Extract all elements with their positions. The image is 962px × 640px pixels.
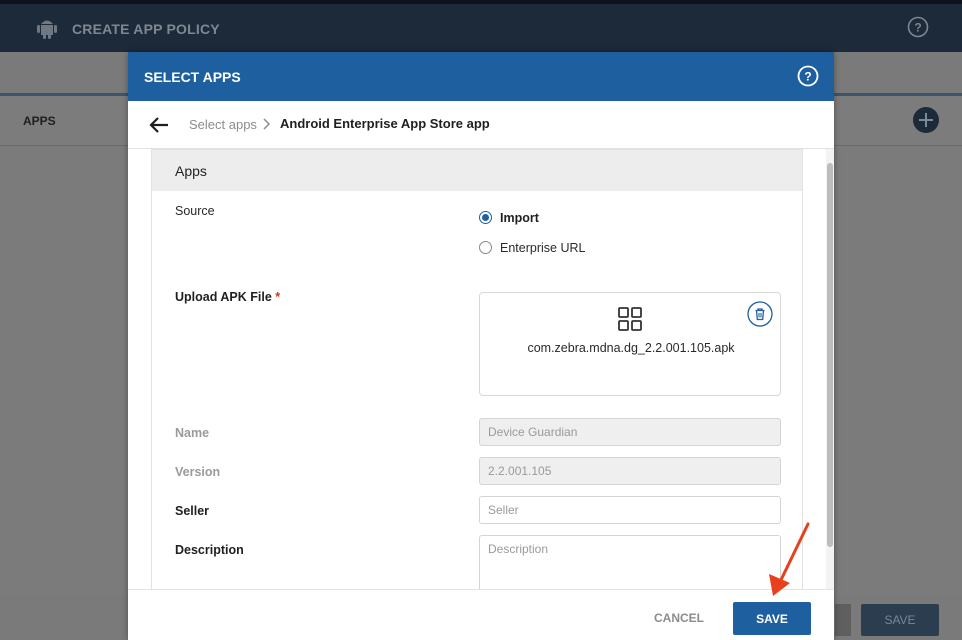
upload-apk-label: Upload APK File * [175,290,280,304]
name-label: Name [175,426,210,440]
import-radio[interactable] [479,211,492,224]
modal-footer: CANCEL SAVE [128,589,834,640]
chevron-right-icon [263,118,271,130]
modal-scrollbar[interactable] [826,149,834,589]
seller-label: Seller [175,504,210,518]
version-label: Version [175,465,221,479]
scrollbar-thumb[interactable] [827,163,833,547]
enterprise-url-radio[interactable] [479,241,492,254]
cancel-button[interactable]: CANCEL [632,603,726,633]
background-cancel-button [835,604,851,636]
svg-text:?: ? [804,70,811,84]
background-save-button: SAVE [861,604,939,636]
apps-panel: Apps Source Import Enterprise URL Upload… [151,149,803,589]
apps-panel-header: Apps [152,150,802,191]
select-apps-modal: SELECT APPS ? Select apps Android Enterp… [128,52,834,640]
required-mark: * [275,290,281,304]
apps-panel-title: Apps [175,163,207,179]
background-apps-label: APPS [23,114,56,128]
enterprise-url-radio-label[interactable]: Enterprise URL [500,241,585,255]
android-icon [37,20,57,39]
description-label: Description [175,543,244,557]
background-header: CREATE APP POLICY ? [0,0,962,52]
apk-upload-box[interactable]: com.zebra.mdna.dg_2.2.001.105.apk [479,292,781,396]
source-label: Source [175,204,215,218]
svg-text:?: ? [914,21,921,35]
app-grid-icon [618,307,642,331]
modal-title: SELECT APPS [144,69,241,85]
seller-input[interactable] [479,496,781,524]
add-icon[interactable] [912,106,940,134]
breadcrumb-current: Android Enterprise App Store app [280,116,490,131]
upload-apk-label-text: Upload APK File [175,290,272,304]
modal-help-icon[interactable]: ? [797,65,819,87]
version-field [479,457,781,485]
import-radio-label[interactable]: Import [500,211,539,225]
breadcrumb-select-apps[interactable]: Select apps [189,117,257,132]
trash-icon[interactable] [747,301,773,327]
help-icon[interactable]: ? [907,16,929,38]
name-field [479,418,781,446]
modal-header: SELECT APPS ? [128,52,834,101]
back-arrow-icon[interactable] [148,116,170,134]
apk-file-name: com.zebra.mdna.dg_2.2.001.105.apk [527,341,735,355]
breadcrumb: Select apps Android Enterprise App Store… [128,101,834,149]
modal-body[interactable]: Apps Source Import Enterprise URL Upload… [128,149,834,589]
background-page-title: CREATE APP POLICY [72,21,220,37]
save-button[interactable]: SAVE [733,602,811,635]
description-input[interactable] [479,535,781,589]
